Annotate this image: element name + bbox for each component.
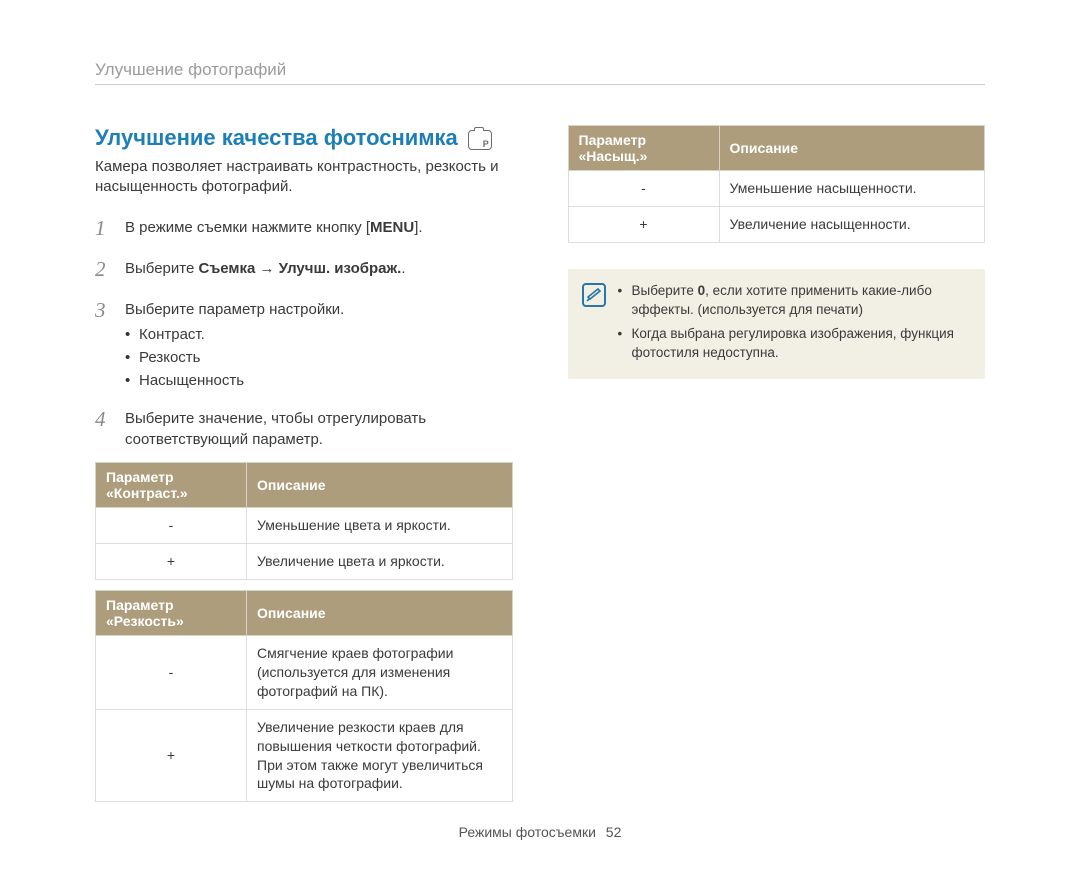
step2-pre: Выберите xyxy=(125,260,198,277)
th-desc: Описание xyxy=(247,591,513,636)
heading: Улучшение качества фотоснимка xyxy=(95,125,513,151)
intro-text: Камера позволяет настраивать контрастнос… xyxy=(95,157,513,198)
list-item: Резкость xyxy=(125,347,344,368)
cell-desc: Увеличение резкости краев для повышения … xyxy=(247,709,513,802)
footer-section: Режимы фотосъемки xyxy=(459,824,596,840)
cell-desc: Увеличение цвета и яркости. xyxy=(247,544,513,580)
cell-symbol: + xyxy=(568,206,719,242)
cell-desc: Уменьшение насыщенности. xyxy=(719,171,985,207)
cell-symbol: - xyxy=(96,508,247,544)
step-3: Выберите параметр настройки. Контраст. Р… xyxy=(95,296,513,393)
table-row: + Увеличение резкости краев для повышени… xyxy=(96,709,513,802)
cell-desc: Увеличение насыщенности. xyxy=(719,206,985,242)
page-footer: Режимы фотосъемки 52 xyxy=(95,824,985,840)
step-4: Выберите значение, чтобы отрегулировать … xyxy=(95,405,513,450)
table-row: + Увеличение цвета и яркости. xyxy=(96,544,513,580)
menu-button-label: MENU xyxy=(370,219,414,236)
note-item: Выберите 0, если хотите применить какие-… xyxy=(618,281,972,320)
table-row: - Смягчение краев фотографии (использует… xyxy=(96,636,513,710)
step2-path: Съемка → Улучш. изображ. xyxy=(198,260,401,277)
note-box: Выберите 0, если хотите применить какие-… xyxy=(568,269,986,379)
step3-options: Контраст. Резкость Насыщенность xyxy=(125,324,344,391)
step1-pre: В режиме съемки нажмите кнопку [ xyxy=(125,219,370,236)
page-number: 52 xyxy=(606,824,622,840)
cell-symbol: - xyxy=(568,171,719,207)
left-column: Улучшение качества фотоснимка Камера поз… xyxy=(95,125,513,802)
cell-symbol: + xyxy=(96,709,247,802)
heading-text: Улучшение качества фотоснимка xyxy=(95,125,458,151)
step3-text: Выберите параметр настройки. xyxy=(125,301,344,318)
cell-desc: Уменьшение цвета и яркости. xyxy=(247,508,513,544)
th-saturation-param: Параметр «Насыщ.» xyxy=(568,126,719,171)
cell-symbol: + xyxy=(96,544,247,580)
step2-post: . xyxy=(401,260,405,277)
th-sharpness-param: Параметр «Резкость» xyxy=(96,591,247,636)
cell-desc: Смягчение краев фотографии (используется… xyxy=(247,636,513,710)
table-saturation: Параметр «Насыщ.» Описание - Уменьшение … xyxy=(568,125,986,243)
th-contrast-param: Параметр «Контраст.» xyxy=(96,463,247,508)
note-item: Когда выбрана регулировка изображения, ф… xyxy=(618,324,972,363)
list-item: Насыщенность xyxy=(125,370,344,391)
th-desc: Описание xyxy=(247,463,513,508)
camera-mode-icon xyxy=(468,130,492,150)
cell-symbol: - xyxy=(96,636,247,710)
table-row: - Уменьшение насыщенности. xyxy=(568,171,985,207)
th-desc: Описание xyxy=(719,126,985,171)
right-column: Параметр «Насыщ.» Описание - Уменьшение … xyxy=(568,125,986,802)
step1-post: ]. xyxy=(414,219,422,236)
table-sharpness: Параметр «Резкость» Описание - Смягчение… xyxy=(95,590,513,802)
table-row: - Уменьшение цвета и яркости. xyxy=(96,508,513,544)
step4-text: Выберите значение, чтобы отрегулировать … xyxy=(125,410,426,448)
list-item: Контраст. xyxy=(125,324,344,345)
breadcrumb: Улучшение фотографий xyxy=(95,60,985,85)
steps-list: В режиме съемки нажмите кнопку [MENU]. В… xyxy=(95,214,513,451)
note-icon xyxy=(582,283,606,307)
step-2: Выберите Съемка → Улучш. изображ.. xyxy=(95,255,513,284)
step-1: В режиме съемки нажмите кнопку [MENU]. xyxy=(95,214,513,243)
table-row: + Увеличение насыщенности. xyxy=(568,206,985,242)
table-contrast: Параметр «Контраст.» Описание - Уменьшен… xyxy=(95,462,513,580)
